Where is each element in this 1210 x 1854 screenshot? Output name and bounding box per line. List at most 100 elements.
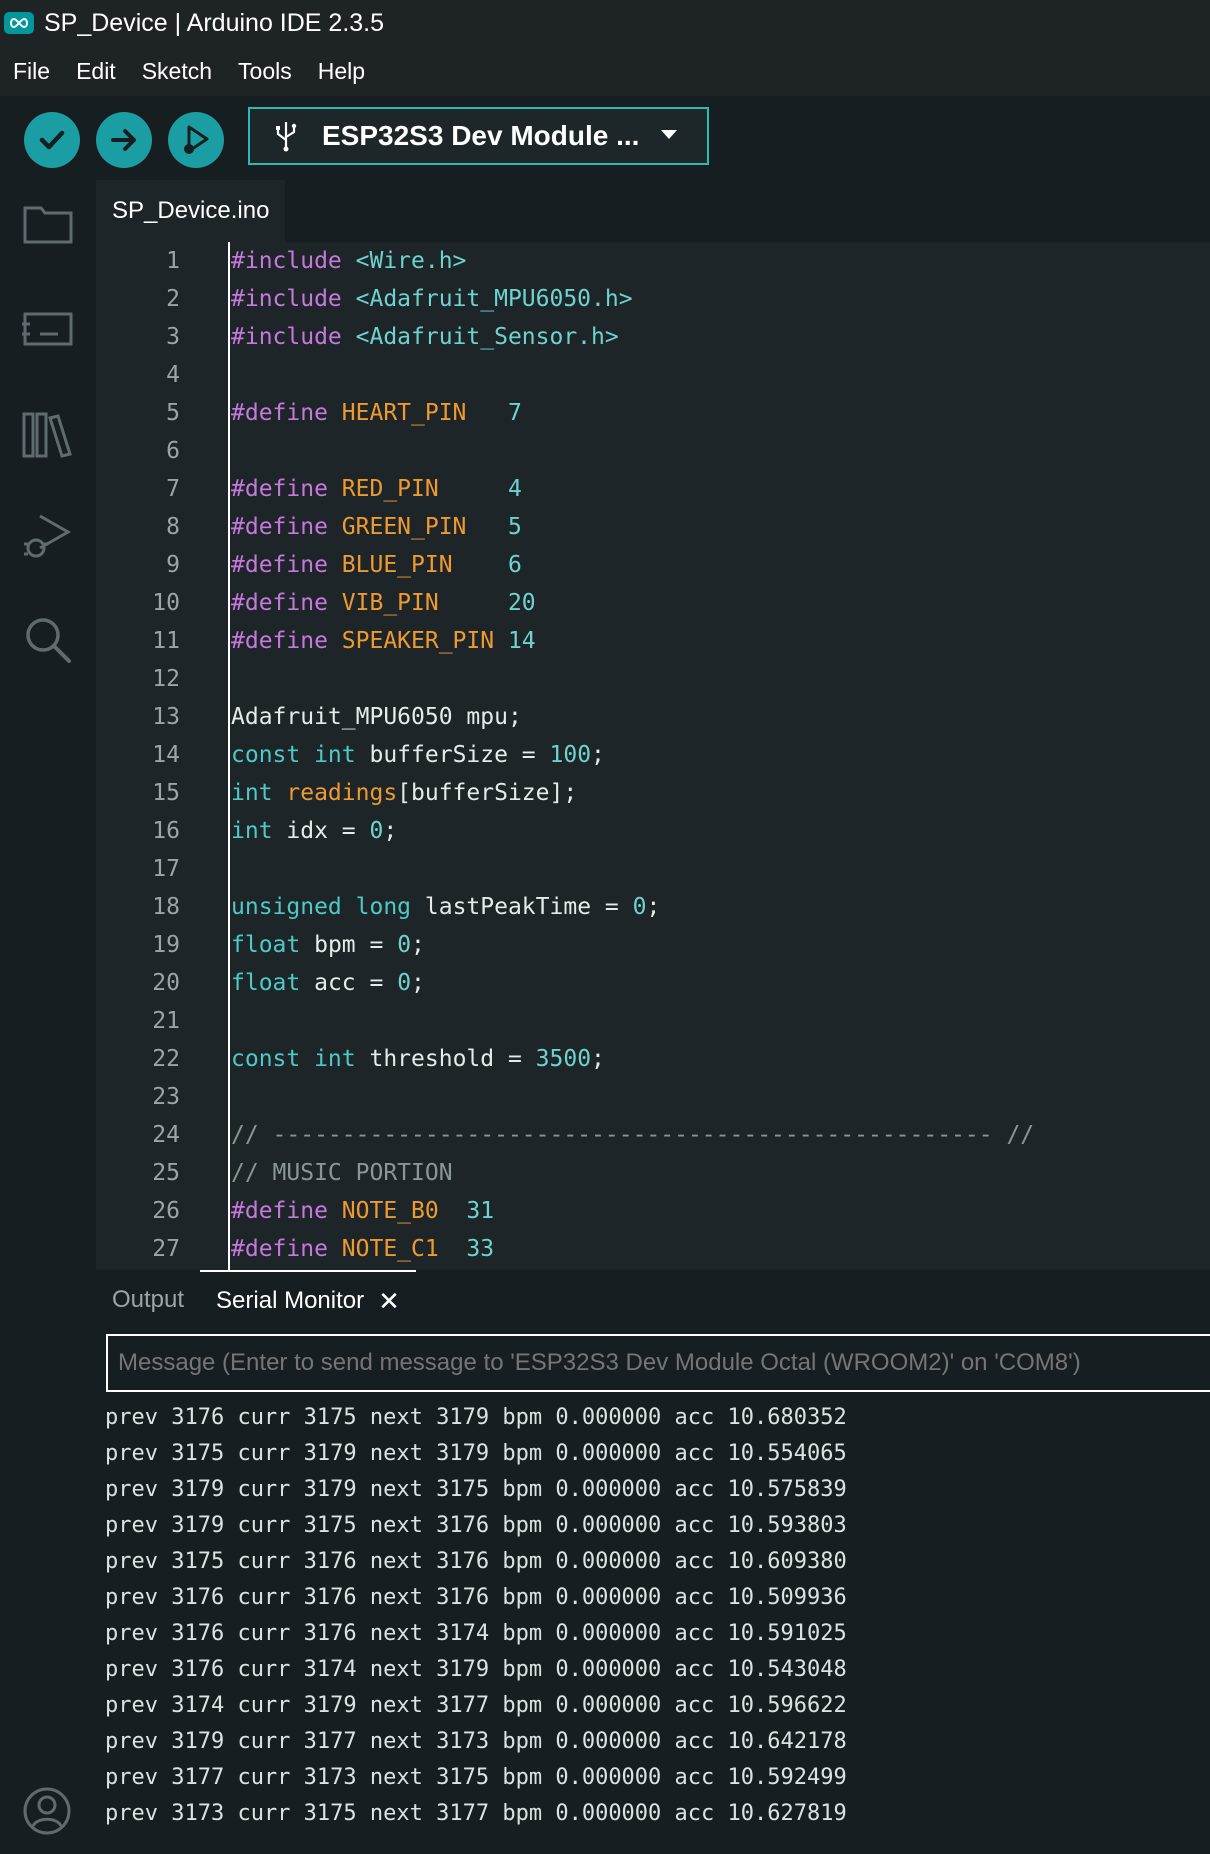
- arduino-logo-icon: [4, 12, 34, 34]
- code-token: 14: [507, 628, 536, 654]
- line-number: 11: [152, 628, 180, 654]
- code-token: #define: [231, 514, 342, 540]
- code-line: 11 #define SPEAKER_PIN 14: [96, 622, 1210, 660]
- tab-output[interactable]: Output: [96, 1270, 200, 1330]
- debug-icon[interactable]: [20, 508, 76, 564]
- code-token: #include: [231, 248, 356, 274]
- line-number: 14: [152, 742, 180, 768]
- code-token: const int: [231, 742, 370, 768]
- code-line: 22 const int threshold = 3500;: [96, 1040, 1210, 1078]
- code-line: 23: [96, 1078, 1210, 1116]
- code-line: 20 float acc = 0;: [96, 964, 1210, 1002]
- file-tab[interactable]: SP_Device.ino: [96, 180, 286, 242]
- menu-edit[interactable]: Edit: [63, 58, 129, 85]
- line-number: 26: [152, 1198, 180, 1224]
- code-text: #define GREEN_PIN 5: [231, 508, 522, 546]
- arrow-right-icon: [111, 129, 136, 151]
- line-number: 7: [166, 476, 180, 502]
- debug-button[interactable]: [168, 112, 224, 168]
- code-line: 4: [96, 356, 1210, 394]
- menu-sketch[interactable]: Sketch: [129, 58, 225, 85]
- code-token: int: [231, 818, 287, 844]
- code-token: #define: [231, 552, 342, 578]
- serial-line: prev 3176 curr 3176 next 3176 bpm 0.0000…: [105, 1585, 847, 1610]
- window-title: SP_Device | Arduino IDE 2.3.5: [44, 8, 385, 37]
- serial-line: prev 3176 curr 3174 next 3179 bpm 0.0000…: [105, 1657, 847, 1682]
- serial-message-input[interactable]: [106, 1334, 1210, 1392]
- search-icon[interactable]: [20, 612, 76, 668]
- code-token: 0: [369, 818, 384, 844]
- line-number: 25: [152, 1160, 180, 1186]
- line-number: 17: [152, 856, 180, 882]
- line-number: 21: [152, 1008, 180, 1034]
- line-number: 10: [152, 590, 180, 616]
- serial-line: prev 3179 curr 3177 next 3173 bpm 0.0000…: [105, 1729, 847, 1754]
- code-line: 12: [96, 660, 1210, 698]
- code-text: int idx = 0;: [231, 812, 397, 850]
- line-number: 23: [152, 1084, 180, 1110]
- code-text: #define BLUE_PIN 6: [231, 546, 522, 584]
- editor-tabstrip: SP_Device.ino: [96, 180, 1210, 242]
- folder-icon[interactable]: [20, 196, 76, 252]
- serial-output: prev 3176 curr 3175 next 3179 bpm 0.0000…: [105, 1400, 1205, 1850]
- code-text: float acc = 0;: [231, 964, 425, 1002]
- code-token: // MUSIC PORTION: [231, 1160, 453, 1186]
- code-token: 0: [397, 932, 412, 958]
- code-line: 27 #define NOTE_C1 33: [96, 1230, 1210, 1268]
- code-text: #define HEART_PIN 7: [231, 394, 522, 432]
- code-line: 9 #define BLUE_PIN 6: [96, 546, 1210, 584]
- code-token: float: [231, 970, 315, 996]
- code-text: #define NOTE_B0 31: [231, 1192, 494, 1230]
- code-token: readings: [286, 780, 398, 806]
- board-manager-icon[interactable]: [20, 300, 76, 356]
- code-token: 100: [549, 742, 592, 768]
- code-text: const int bufferSize = 100;: [231, 736, 605, 774]
- code-token: SPEAKER_PIN: [341, 628, 508, 654]
- line-number: 9: [166, 552, 180, 578]
- menu-file[interactable]: File: [0, 58, 63, 85]
- library-icon[interactable]: [20, 406, 76, 462]
- code-text: Adafruit_MPU6050 mpu;: [231, 698, 522, 736]
- code-editor[interactable]: 1 #include <Wire.h> 2 #include <Adafruit_MP…: [96, 242, 1210, 1270]
- code-token: float: [231, 932, 315, 958]
- code-token: #define: [231, 476, 342, 502]
- code-token: ;: [383, 818, 398, 844]
- menu-help[interactable]: Help: [305, 58, 378, 85]
- code-token: NOTE_C1: [341, 1236, 467, 1262]
- code-token: int: [231, 780, 287, 806]
- code-token: 4: [507, 476, 522, 502]
- tab-serial-monitor-label: Serial Monitor: [216, 1287, 365, 1314]
- serial-line: prev 3176 curr 3175 next 3179 bpm 0.0000…: [105, 1405, 847, 1430]
- board-selector[interactable]: ESP32S3 Dev Module ...: [248, 107, 709, 165]
- code-text: const int threshold = 3500;: [231, 1040, 605, 1078]
- code-line: 1 #include <Wire.h>: [96, 242, 1210, 280]
- board-label: ESP32S3 Dev Module ...: [322, 120, 640, 151]
- code-line: 2 #include <Adafruit_MPU6050.h>: [96, 280, 1210, 318]
- line-number: 22: [152, 1046, 180, 1072]
- line-number: 1: [166, 248, 180, 274]
- line-number: 13: [152, 704, 180, 730]
- close-icon[interactable]: ✕: [378, 1286, 400, 1317]
- tab-serial-monitor[interactable]: Serial Monitor ✕: [200, 1270, 416, 1330]
- code-token: ;: [411, 970, 425, 996]
- code-token: #define: [231, 400, 342, 426]
- verify-button[interactable]: [24, 112, 80, 168]
- serial-line: prev 3173 curr 3175 next 3177 bpm 0.0000…: [105, 1801, 847, 1826]
- debug-icon: [184, 125, 209, 154]
- code-line: 24 // -----------------------------------…: [96, 1116, 1210, 1154]
- account-icon[interactable]: [22, 1786, 72, 1836]
- menu-tools[interactable]: Tools: [225, 58, 305, 85]
- code-token: 0: [397, 970, 412, 996]
- serial-line: prev 3174 curr 3179 next 3177 bpm 0.0000…: [105, 1693, 847, 1718]
- title-bar: SP_Device | Arduino IDE 2.3.5: [0, 0, 1210, 46]
- code-token: #include: [231, 286, 356, 312]
- serial-line: prev 3177 curr 3173 next 3175 bpm 0.0000…: [105, 1765, 847, 1790]
- line-number: 20: [152, 970, 180, 996]
- code-text: float bpm = 0;: [231, 926, 425, 964]
- code-token: ;: [591, 742, 605, 768]
- upload-button[interactable]: [96, 112, 152, 168]
- code-line: 5 #define HEART_PIN 7: [96, 394, 1210, 432]
- usb-icon: [276, 122, 297, 152]
- menu-bar: File Edit Sketch Tools Help: [0, 46, 1210, 96]
- code-line: 15 int readings[bufferSize];: [96, 774, 1210, 812]
